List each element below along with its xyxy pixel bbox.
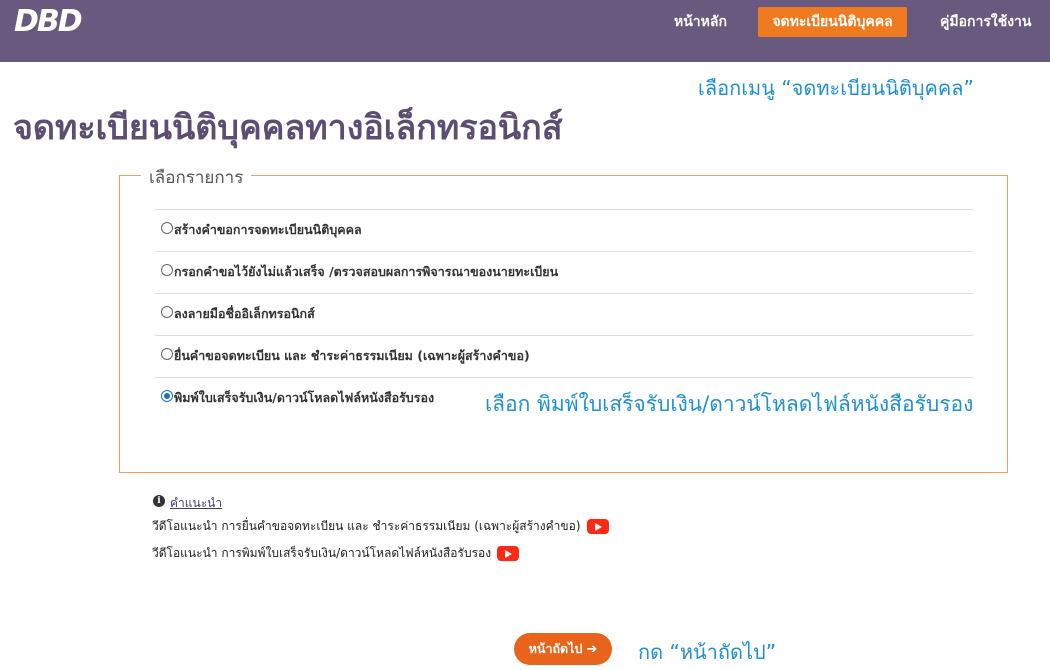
video-guide-label: วีดีโอแนะนำ การพิมพ์ใบเสร็จรับเงิน/ดาวน์…: [152, 546, 492, 560]
radio-button[interactable]: [161, 222, 173, 234]
arrow-right-icon: ➔: [586, 642, 598, 657]
option-row[interactable]: ลงลายมือชื่ออิเล็กทรอนิกส์: [155, 293, 973, 335]
option-row[interactable]: ยื่นคำขอจดทะเบียน และ ชำระค่าธรรมเนียม (…: [155, 335, 973, 377]
video-guide-payment: วีดีโอแนะนำ การยื่นคำขอจดทะเบียน และ ชำร…: [152, 517, 609, 536]
next-button-label: หน้าถัดไป: [528, 641, 583, 656]
youtube-play-icon[interactable]: [586, 519, 609, 534]
info-icon: i: [153, 495, 165, 507]
video-guide-receipt: วีดีโอแนะนำ การพิมพ์ใบเสร็จรับเงิน/ดาวน์…: [152, 544, 520, 563]
fieldset-legend: เลือกรายการ: [141, 164, 252, 191]
annotation-select-option: เลือก พิมพ์ใบเสร็จรับเงิน/ดาวน์โหลดไฟล์ห…: [485, 392, 974, 416]
annotation-select-menu: เลือกเมนู “จดทะเบียนนิติบุคคล”: [698, 76, 974, 100]
nav-register-juristic[interactable]: จดทะเบียนนิติบุคคล: [758, 7, 907, 37]
radio-button[interactable]: [161, 348, 173, 360]
option-label[interactable]: พิมพ์ใบเสร็จรับเงิน/ดาวน์โหลดไฟล์หนังสือ…: [174, 388, 434, 408]
top-navbar: DBD หน้าหลัก จดทะเบียนนิติบุคคล คู่มือกา…: [0, 0, 1050, 62]
option-row[interactable]: กรอกคำขอไว้ยังไม่แล้วเสร็จ /ตรวจสอบผลการ…: [155, 251, 973, 293]
radio-button[interactable]: [161, 306, 173, 318]
radio-button-selected[interactable]: [161, 390, 173, 402]
nav-home[interactable]: หน้าหลัก: [674, 7, 727, 37]
help-link[interactable]: คำแนะนำ: [170, 494, 222, 513]
annotation-press-next: กด “หน้าถัดไป”: [638, 640, 777, 664]
page-title: จดทะเบียนนิติบุคคลทางอิเล็กทรอนิกส์: [13, 108, 563, 148]
dbd-logo[interactable]: DBD: [14, 4, 83, 39]
option-row[interactable]: สร้างคำขอการจดทะเบียนนิติบุคคล: [155, 209, 973, 251]
option-label[interactable]: ลงลายมือชื่ออิเล็กทรอนิกส์: [174, 304, 315, 324]
video-guide-label: วีดีโอแนะนำ การยื่นคำขอจดทะเบียน และ ชำร…: [152, 519, 581, 533]
youtube-play-icon[interactable]: [497, 546, 520, 561]
next-page-button[interactable]: หน้าถัดไป ➔: [514, 633, 612, 665]
option-label[interactable]: กรอกคำขอไว้ยังไม่แล้วเสร็จ /ตรวจสอบผลการ…: [174, 262, 558, 282]
option-label[interactable]: ยื่นคำขอจดทะเบียน และ ชำระค่าธรรมเนียม (…: [174, 346, 530, 366]
option-label[interactable]: สร้างคำขอการจดทะเบียนนิติบุคคล: [174, 220, 362, 240]
radio-button[interactable]: [161, 264, 173, 276]
nav-user-guide[interactable]: คู่มือการใช้งาน: [940, 7, 1031, 37]
